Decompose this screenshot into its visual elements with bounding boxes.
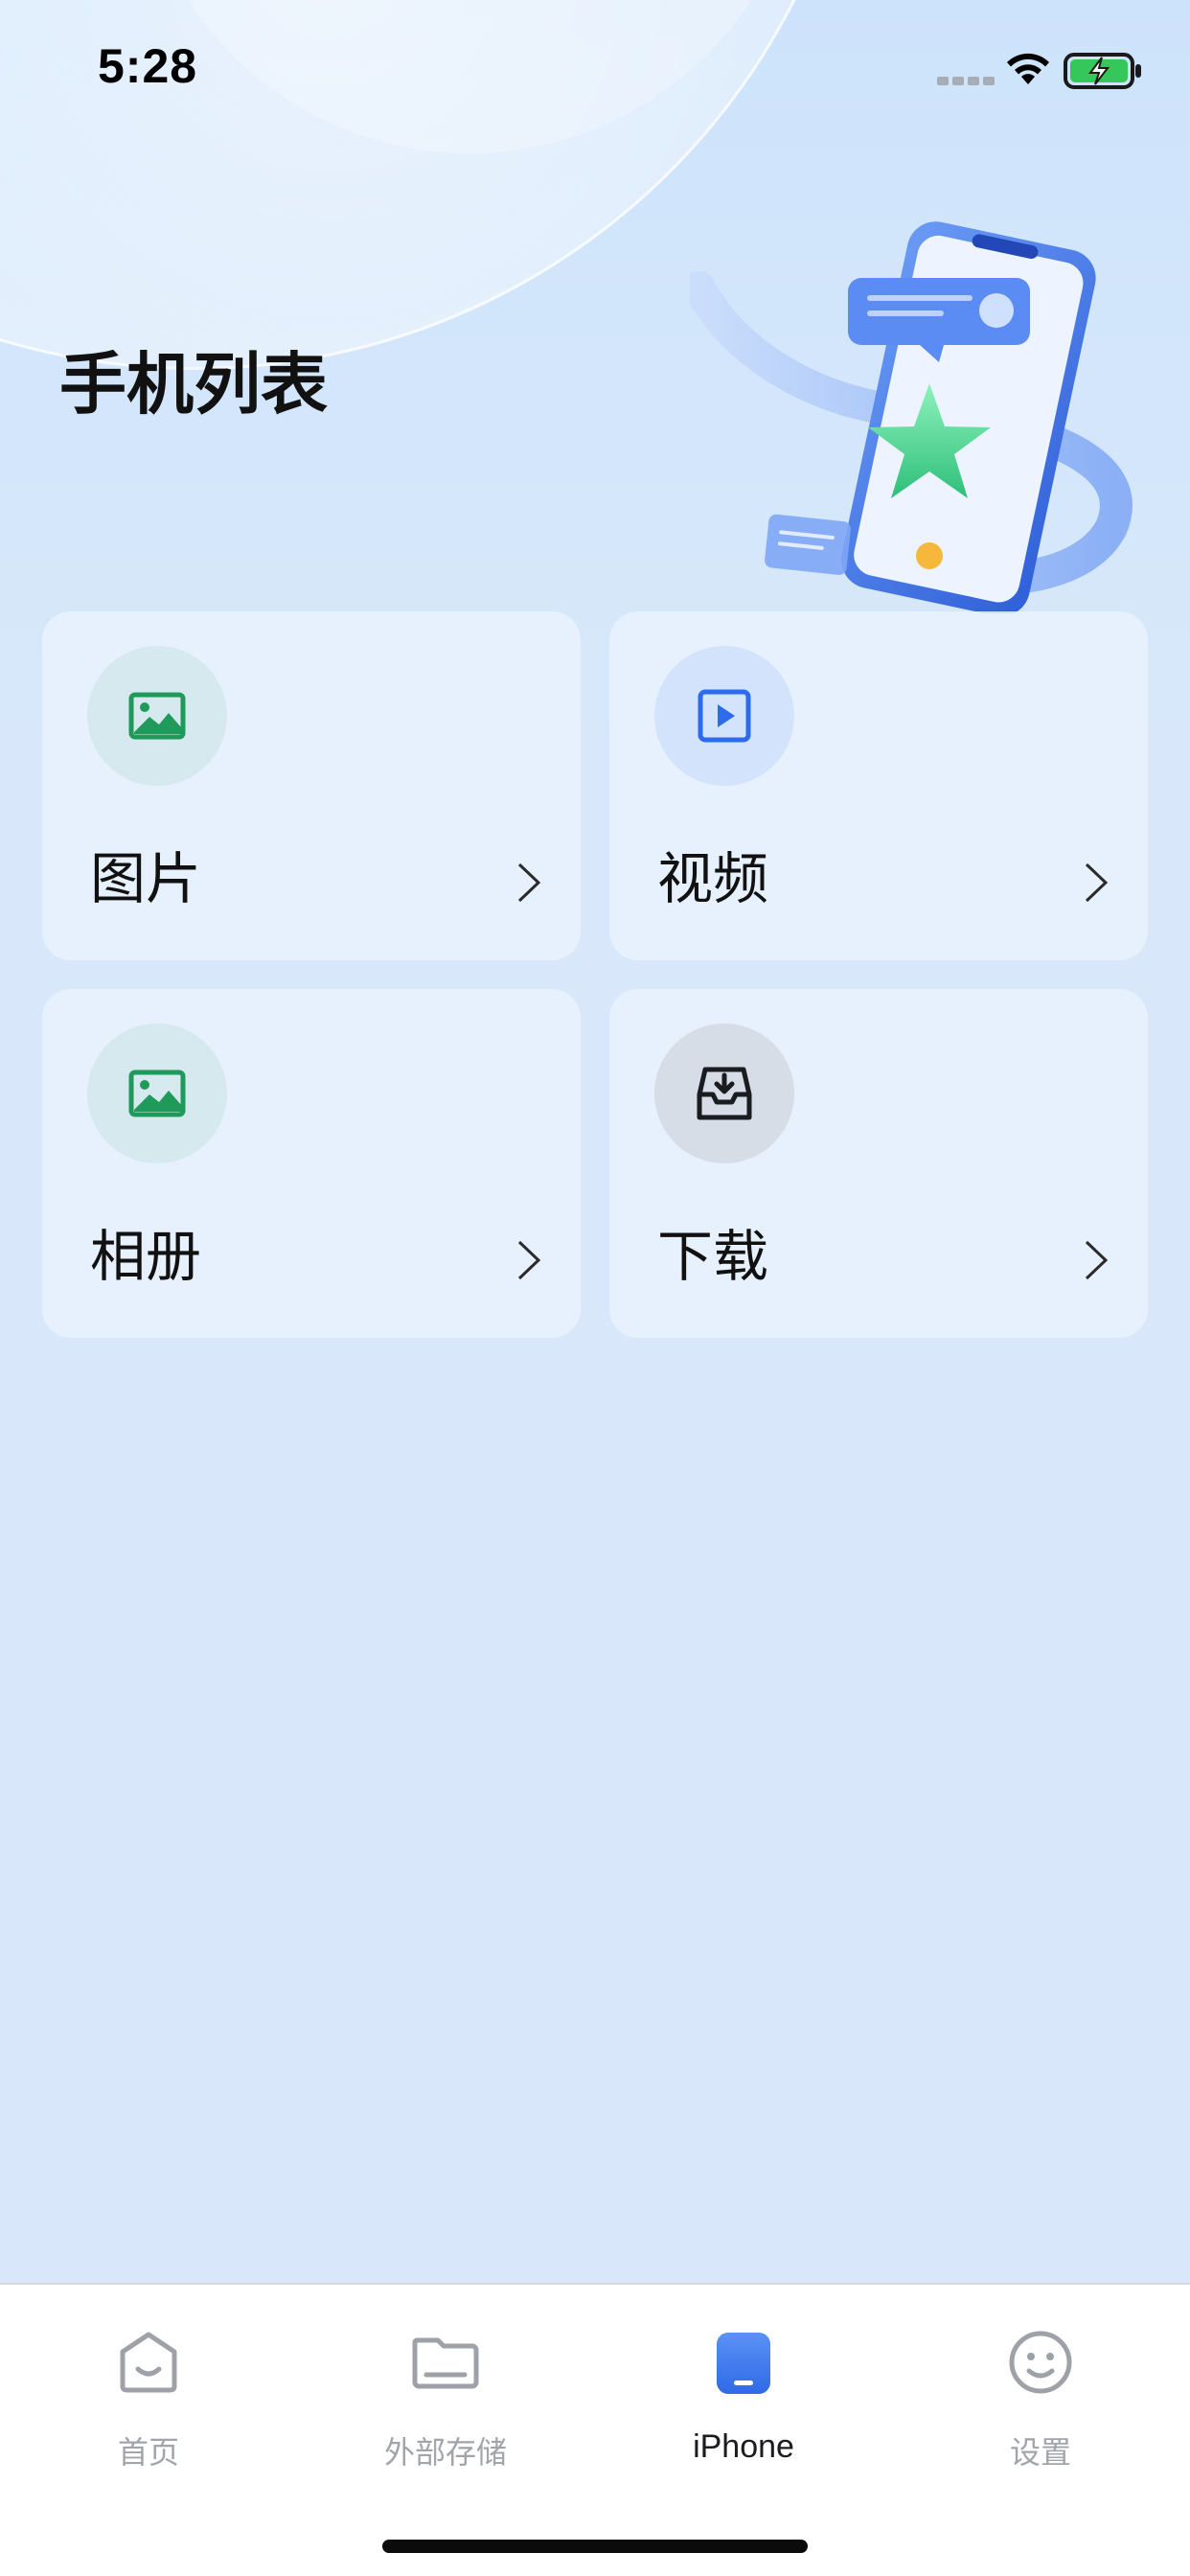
tab-external-storage[interactable]: 外部存储 [297,2285,594,2476]
page-title: 手机列表 [59,345,328,424]
folder-icon [412,2337,479,2389]
album-icon-circle [87,1024,227,1163]
tab-label: 首页 [117,2434,179,2471]
home-icon [120,2332,177,2393]
battery-charging-icon [1064,53,1141,89]
image-icon-circle [87,646,227,786]
status-time: 5:28 [98,39,198,93]
cellular-signal-icon [937,77,995,85]
download-inbox-icon [697,1067,752,1120]
tab-home[interactable]: 首页 [0,2285,297,2476]
card-label: 视频 [657,846,769,911]
tab-iphone[interactable]: iPhone [595,2285,892,2476]
home-indicator [382,2540,808,2553]
card-albums[interactable]: 相册 [42,989,581,1338]
tab-label: 设置 [1009,2434,1071,2471]
chevron-right-icon [1085,1240,1109,1280]
video-icon-circle [654,646,794,786]
video-icon [698,689,751,743]
status-bar: 5:28 [0,0,1190,144]
chevron-right-icon [1085,862,1109,903]
phone-illustration [690,221,1133,613]
card-label: 下载 [657,1224,769,1289]
phone-screen: 5:28 手机列表 图片 视频 相册 下载 首页 外部存储 iPhone 设置 [0,0,1190,2576]
chevron-right-icon [517,1240,541,1280]
smiley-settings-icon [1009,2331,1072,2394]
card-videos[interactable]: 视频 [609,611,1148,960]
iphone-icon [717,2333,770,2394]
chevron-right-icon [517,862,541,903]
card-label: 图片 [90,846,202,911]
wifi-icon [1007,53,1049,84]
tab-label: iPhone [693,2428,794,2465]
bottom-tab-bar: 首页 外部存储 iPhone 设置 [0,2283,1190,2576]
tab-label: 外部存储 [383,2434,507,2471]
image-icon [128,692,186,740]
card-label: 相册 [90,1224,202,1289]
card-downloads[interactable]: 下载 [609,989,1148,1338]
tab-settings[interactable]: 设置 [892,2285,1189,2476]
album-icon [128,1070,186,1117]
download-icon-circle [654,1024,794,1163]
card-photos[interactable]: 图片 [42,611,581,960]
